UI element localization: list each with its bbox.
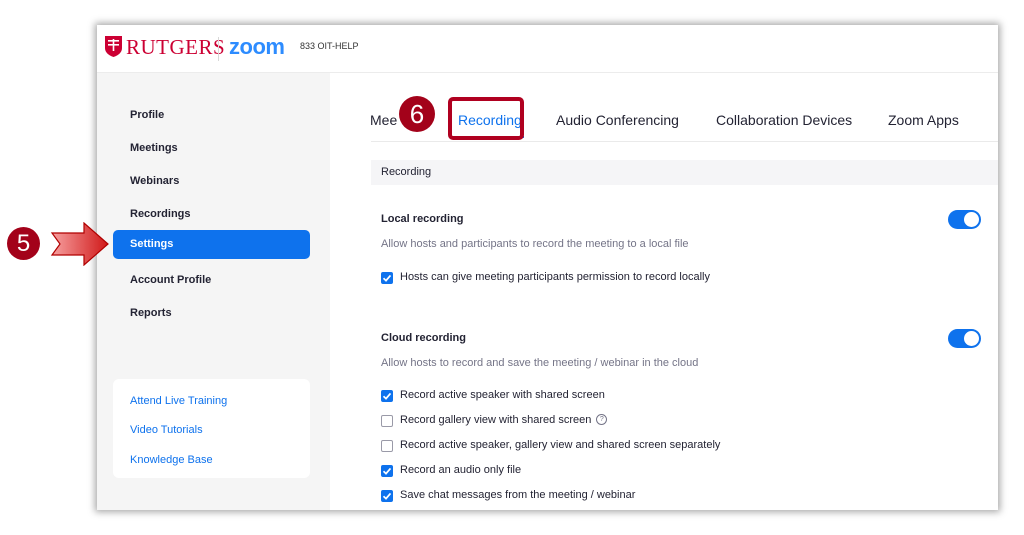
- checkbox-label: Record gallery view with shared screen?: [400, 413, 608, 426]
- section-title: Recording: [381, 166, 432, 178]
- checkbox-checked[interactable]: [381, 490, 393, 502]
- step-5-badge: 5: [7, 227, 40, 260]
- cloud-recording-toggle[interactable]: [948, 329, 981, 348]
- video-tutorials-link[interactable]: Video Tutorials: [130, 424, 203, 436]
- sidebar-item-account-profile[interactable]: Account Profile: [113, 266, 310, 294]
- help-links-panel: Attend Live Training Video Tutorials Kno…: [113, 379, 310, 478]
- local-recording-description: Allow hosts and participants to record t…: [381, 238, 689, 250]
- help-icon[interactable]: ?: [596, 413, 608, 425]
- app-window: RUTGERS zoom 833 OIT-HELP Profile Meetin…: [97, 25, 998, 510]
- checkbox-checked[interactable]: [381, 390, 393, 402]
- step-6-badge: 6: [399, 96, 435, 132]
- attend-live-training-link[interactable]: Attend Live Training: [130, 395, 227, 407]
- section-header: [371, 160, 998, 185]
- checkbox-label: Record active speaker with shared screen: [400, 389, 605, 401]
- checkbox-checked[interactable]: [381, 272, 393, 284]
- sidebar-item-meetings[interactable]: Meetings: [113, 134, 310, 162]
- tab-collaboration-devices[interactable]: Collaboration Devices: [716, 112, 852, 128]
- checkbox-label-text: Record gallery view with shared screen: [400, 414, 592, 426]
- tab-divider: [371, 141, 998, 142]
- local-recording-title: Local recording: [381, 213, 464, 225]
- top-header: RUTGERS zoom 833 OIT-HELP: [97, 25, 998, 73]
- rutgers-logo[interactable]: RUTGERS: [126, 35, 225, 60]
- checkbox-label: Record an audio only file: [400, 464, 522, 476]
- checkbox-unchecked[interactable]: [381, 415, 393, 427]
- tab-meeting[interactable]: Mee: [370, 112, 397, 128]
- logo-divider: [218, 37, 219, 61]
- sidebar-item-recordings[interactable]: Recordings: [113, 200, 310, 228]
- checkbox-label: Save chat messages from the meeting / we…: [400, 489, 636, 501]
- rutgers-shield-icon: [105, 36, 122, 57]
- sidebar: Profile Meetings Webinars Recordings Set…: [97, 73, 330, 510]
- tab-audio-conferencing[interactable]: Audio Conferencing: [556, 112, 679, 128]
- sidebar-item-webinars[interactable]: Webinars: [113, 167, 310, 195]
- checkbox-label: Hosts can give meeting participants perm…: [400, 271, 710, 283]
- sidebar-item-profile[interactable]: Profile: [113, 101, 310, 129]
- zoom-logo[interactable]: zoom: [229, 34, 285, 60]
- knowledge-base-link[interactable]: Knowledge Base: [130, 454, 213, 466]
- sidebar-item-settings[interactable]: Settings: [113, 230, 310, 259]
- recording-tab-highlight: [448, 97, 524, 140]
- arrow-right-icon: [50, 222, 109, 266]
- tab-zoom-apps[interactable]: Zoom Apps: [888, 112, 959, 128]
- help-phone: 833 OIT-HELP: [300, 41, 359, 51]
- checkbox-unchecked[interactable]: [381, 440, 393, 452]
- checkbox-label: Record active speaker, gallery view and …: [400, 439, 721, 451]
- checkbox-checked[interactable]: [381, 465, 393, 477]
- sidebar-item-reports[interactable]: Reports: [113, 299, 310, 327]
- local-recording-toggle[interactable]: [948, 210, 981, 229]
- cloud-recording-title: Cloud recording: [381, 332, 466, 344]
- cloud-recording-description: Allow hosts to record and save the meeti…: [381, 357, 699, 369]
